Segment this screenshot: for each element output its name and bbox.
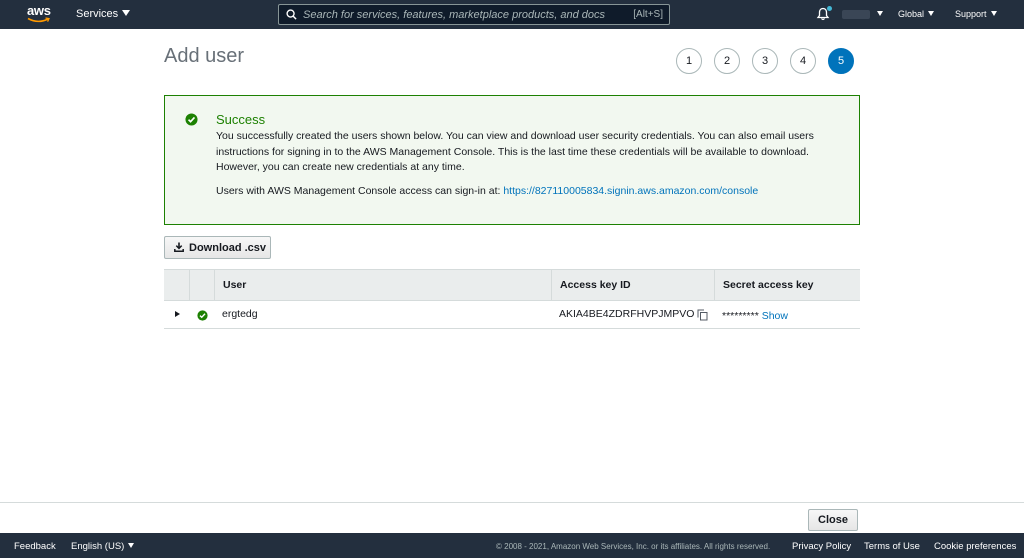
caret-down-icon [928, 11, 935, 16]
download-icon [174, 242, 184, 252]
table-row: ergtedg AKIA4BE4ZDRFHVPJMPVO ********* S… [164, 301, 860, 329]
header-user[interactable]: User [214, 270, 551, 301]
caret-down-icon [122, 10, 131, 16]
copyright-text: © 2008 - 2021, Amazon Web Services, Inc.… [496, 542, 771, 551]
search-bar[interactable]: [Alt+S] [278, 4, 670, 25]
footer: Feedback English (US) © 2008 - 2021, Ama… [0, 533, 1024, 558]
action-bar: Close [0, 502, 1024, 533]
services-menu[interactable]: Services [76, 8, 131, 20]
show-secret-link[interactable]: Show [762, 310, 788, 322]
aws-logo[interactable]: aws [27, 4, 53, 26]
success-alert: Success You successfully created the use… [164, 95, 860, 225]
secret-key-mask: ********* [722, 310, 759, 322]
header-status-col [189, 270, 214, 301]
caret-down-icon [990, 11, 997, 16]
check-circle-icon [197, 310, 208, 321]
privacy-policy-link[interactable]: Privacy Policy [792, 541, 851, 552]
step-3[interactable]: 3 [752, 48, 778, 74]
support-menu[interactable]: Support [955, 9, 997, 19]
expand-caret-icon[interactable] [175, 311, 180, 317]
signin-prefix: Users with AWS Management Console access… [216, 185, 504, 197]
header-access-key-id[interactable]: Access key ID [551, 270, 714, 301]
aws-logo-text: aws [27, 3, 51, 18]
check-circle-icon [185, 113, 198, 126]
language-label: English (US) [71, 541, 125, 552]
step-1[interactable]: 1 [676, 48, 702, 74]
success-message: You successfully created the users shown… [216, 130, 814, 173]
search-input[interactable] [303, 7, 623, 22]
account-menu[interactable] [842, 10, 870, 19]
row-user: ergtedg [222, 308, 258, 320]
copy-icon[interactable] [697, 309, 708, 321]
aws-smile-icon [27, 17, 50, 23]
success-title: Success [216, 112, 266, 127]
cookie-preferences-link[interactable]: Cookie preferences [934, 541, 1016, 552]
close-button[interactable]: Close [808, 509, 858, 531]
page-title: Add user [164, 45, 245, 67]
step-2[interactable]: 2 [714, 48, 740, 74]
signin-line: Users with AWS Management Console access… [216, 185, 758, 197]
feedback-link[interactable]: Feedback [14, 541, 56, 552]
step-5[interactable]: 5 [828, 48, 854, 74]
notification-dot [827, 6, 832, 11]
search-icon [286, 9, 297, 20]
top-nav: aws Services [Alt+S] Global Support [0, 0, 1024, 29]
support-label: Support [955, 9, 987, 19]
header-expand-col [164, 270, 189, 301]
services-label: Services [76, 8, 119, 20]
caret-down-icon[interactable] [877, 11, 883, 16]
region-label: Global [898, 9, 925, 19]
table-header: User Access key ID Secret access key [164, 269, 860, 301]
row-access-key-id: AKIA4BE4ZDRFHVPJMPVO [559, 308, 695, 320]
row-secret-cell: ********* Show [722, 303, 788, 330]
language-selector[interactable]: English (US) [71, 541, 135, 552]
search-hotkey: [Alt+S] [633, 9, 663, 20]
terms-of-use-link[interactable]: Terms of Use [864, 541, 920, 552]
step-4[interactable]: 4 [790, 48, 816, 74]
console-signin-link[interactable]: https://827110005834.signin.aws.amazon.c… [503, 185, 758, 197]
header-secret-access-key[interactable]: Secret access key [714, 270, 860, 301]
region-menu[interactable]: Global [898, 9, 935, 19]
caret-down-icon [128, 543, 135, 548]
